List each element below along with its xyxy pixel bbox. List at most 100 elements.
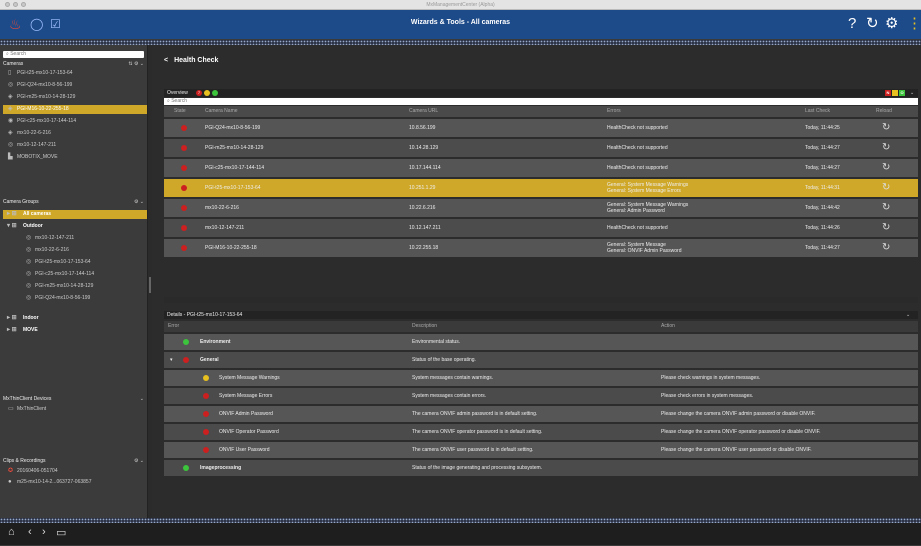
- col-error[interactable]: Error: [168, 321, 179, 332]
- camera-list-item[interactable]: ◈ PGI-M16-10-22-255-18: [3, 105, 147, 114]
- reload-icon[interactable]: ↻: [882, 242, 890, 253]
- camera-row[interactable]: PGI-M16-10-22-255-18 10.22.255.18 General:…: [164, 239, 918, 257]
- col-errors[interactable]: Errors: [607, 106, 621, 117]
- clips-controls[interactable]: ⚙ ⌄: [134, 457, 144, 465]
- help-icon[interactable]: ?: [848, 15, 856, 32]
- reload-icon[interactable]: ↻: [882, 122, 890, 133]
- group-item[interactable]: ◎ PGI-c25-mx10-17-144-114: [3, 270, 147, 279]
- detail-row[interactable]: ONVIF User Password The camera ONVIF user…: [164, 442, 918, 458]
- groups-controls[interactable]: ⚙ ⌄: [134, 198, 144, 206]
- group-icon: ▸ ⊞: [7, 211, 17, 217]
- thinclient-header[interactable]: MxThinClient Devices ⌄: [3, 395, 147, 403]
- sidebar-search-input[interactable]: ⌕ Search: [3, 51, 144, 58]
- filter-n-badge[interactable]: N: [885, 90, 891, 96]
- group-item[interactable]: ◎ mx10-12-147-211: [3, 234, 147, 243]
- group-item[interactable]: ◎ mx10-22-6-216: [3, 246, 147, 255]
- camera-icon: ◈: [8, 106, 13, 112]
- expand-icon[interactable]: ▾: [170, 352, 173, 368]
- clip-item[interactable]: ✪ 20160406-051704: [3, 467, 147, 476]
- group-icon: ▸ ⊞: [7, 315, 17, 321]
- nav-forward-icon[interactable]: ›: [42, 526, 46, 538]
- clip-item[interactable]: ● m25-mx10-14-2...063727-063857: [3, 478, 147, 487]
- reload-icon[interactable]: ↻: [882, 182, 890, 193]
- thinclient-item[interactable]: ▭ MxThinClient: [3, 405, 147, 414]
- last-check: Today, 11:44:27: [805, 245, 840, 251]
- overview-search-input[interactable]: ⌕ Search: [164, 98, 918, 105]
- details-header[interactable]: Details - PGI-t25-mx10-17-153-64 ⌄: [164, 311, 918, 319]
- more-icon[interactable]: ⋮: [907, 15, 921, 32]
- detail-row[interactable]: ONVIF Admin Password The camera ONVIF adm…: [164, 406, 918, 422]
- camera-list-item[interactable]: ◉ PGI-c25-mx10-17-144-114: [3, 117, 147, 126]
- settings-icon[interactable]: ⚙: [885, 15, 898, 32]
- reload-icon[interactable]: ↻: [882, 162, 890, 173]
- detail-row[interactable]: ▾ General Status of the base operating.: [164, 352, 918, 368]
- last-check: Today, 11:44:27: [805, 165, 840, 171]
- clips-header[interactable]: Clips & Recordings ⚙ ⌄: [3, 457, 147, 465]
- refresh-icon[interactable]: ↻: [866, 15, 879, 32]
- col-camera-name[interactable]: Camera Name: [205, 106, 238, 117]
- nav-back-icon[interactable]: ‹: [28, 526, 32, 538]
- col-reload[interactable]: Reload: [876, 106, 892, 117]
- reload-icon[interactable]: ↻: [882, 202, 890, 213]
- camera-row[interactable]: mx10-12-147-211 10.12.147.211 HealthCheck …: [164, 219, 918, 237]
- camera-list-item[interactable]: ▙ MOBOTIX_MOVE: [3, 153, 147, 162]
- col-state[interactable]: State: [174, 106, 186, 117]
- camera-list-item[interactable]: ◈ mx10-22-6-216: [3, 129, 147, 138]
- group-item[interactable]: ◎ PGI-Q24-mx10-8-56-199: [3, 294, 147, 303]
- cameras-header[interactable]: Cameras ⇅ ⚙ ⌄: [3, 60, 147, 68]
- search-placeholder: Search: [10, 51, 27, 57]
- camera-list-item[interactable]: ◎ mx10-12-147-211: [3, 141, 147, 150]
- group-label: PGI-t25-mx10-17-153-64: [35, 259, 91, 265]
- camera-url: 10.251.1.29: [409, 185, 436, 191]
- details-collapse-icon[interactable]: ⌄: [906, 311, 910, 319]
- back-icon[interactable]: <: [164, 57, 168, 64]
- overview-search-placeholder: Search: [171, 98, 188, 104]
- detail-row[interactable]: ONVIF Operator Password The camera ONVIF …: [164, 424, 918, 440]
- filter-o-badge[interactable]: O: [899, 90, 905, 96]
- camera-row[interactable]: PGI-c25-mx10-17-144-114 10.17.144.114 Heal…: [164, 159, 918, 177]
- camera-icon: ◎: [26, 295, 32, 301]
- reload-icon[interactable]: ↻: [882, 222, 890, 233]
- reload-icon[interactable]: ↻: [882, 142, 890, 153]
- camera-label: PGI-M16-10-22-255-18: [17, 106, 69, 112]
- detail-action: Please change the camera ONVIF user pass…: [661, 447, 812, 453]
- overview-header[interactable]: Overview 7 N O ⌄: [164, 89, 918, 97]
- detail-row[interactable]: System Message Warnings System messages c…: [164, 370, 918, 386]
- col-description[interactable]: Description: [412, 321, 437, 332]
- overview-collapse-icon[interactable]: ⌄: [910, 89, 914, 97]
- detail-row[interactable]: System Message Errors System messages con…: [164, 388, 918, 404]
- col-action[interactable]: Action: [661, 321, 675, 332]
- col-last-check[interactable]: Last Check: [805, 106, 830, 117]
- camera-row[interactable]: PGI-m25-mx10-14-28-129 10.14.28.129 Health…: [164, 139, 918, 157]
- group-item[interactable]: ▸ ⊞ MOVE: [3, 326, 147, 335]
- detail-row[interactable]: Imageprocessing Status of the image gener…: [164, 460, 918, 476]
- camera-list-item[interactable]: ▯ PGI-t25-mx10-17-153-64: [3, 69, 147, 78]
- group-item[interactable]: ▸ ⊞ Indoor: [3, 314, 147, 323]
- group-label: PGI-c25-mx10-17-144-114: [35, 271, 95, 277]
- last-check: Today, 11:44:27: [805, 145, 840, 151]
- home-icon[interactable]: ⌂: [8, 526, 15, 538]
- detail-error: ONVIF Admin Password: [219, 411, 273, 417]
- detail-row[interactable]: Environment Environmental status.: [164, 334, 918, 350]
- camera-list-item[interactable]: ◎ PGI-Q24-mx10-8-56-199: [3, 81, 147, 90]
- filter-warning-badge[interactable]: [892, 90, 898, 96]
- last-check: Today, 11:44:42: [805, 205, 840, 211]
- col-camera-url[interactable]: Camera URL: [409, 106, 438, 117]
- camera-list-item[interactable]: ◈ PGI-m25-mx10-14-28-129: [3, 93, 147, 102]
- groups-header[interactable]: Camera Groups ⚙ ⌄: [3, 198, 147, 206]
- group-item[interactable]: ◎ PGI-t25-mx10-17-153-64: [3, 258, 147, 267]
- camera-row[interactable]: mx10-22-6-216 10.22.6.216 General: System …: [164, 199, 918, 217]
- camera-row[interactable]: PGI-t25-mx10-17-153-64 10.251.1.29 General…: [164, 179, 918, 197]
- thinclient-controls[interactable]: ⌄: [140, 395, 144, 403]
- group-item[interactable]: ▾ ⊞ Outdoor: [3, 222, 147, 231]
- camera-label: MOBOTIX_MOVE: [17, 154, 58, 160]
- screen-icon[interactable]: ▭: [56, 526, 66, 539]
- panel-splitter[interactable]: [164, 297, 918, 303]
- detail-error: ONVIF User Password: [219, 447, 270, 453]
- cameras-controls[interactable]: ⇅ ⚙ ⌄: [128, 60, 144, 68]
- group-item[interactable]: ▸ ⊞ All cameras: [3, 210, 147, 219]
- camera-row[interactable]: PGI-Q24-mx10-8-56-199 10.8.56.199 HealthCh…: [164, 119, 918, 137]
- group-label: PGI-Q24-mx10-8-56-199: [35, 295, 91, 301]
- status-dot: [181, 165, 187, 171]
- group-item[interactable]: ◎ PGI-m25-mx10-14-28-129: [3, 282, 147, 291]
